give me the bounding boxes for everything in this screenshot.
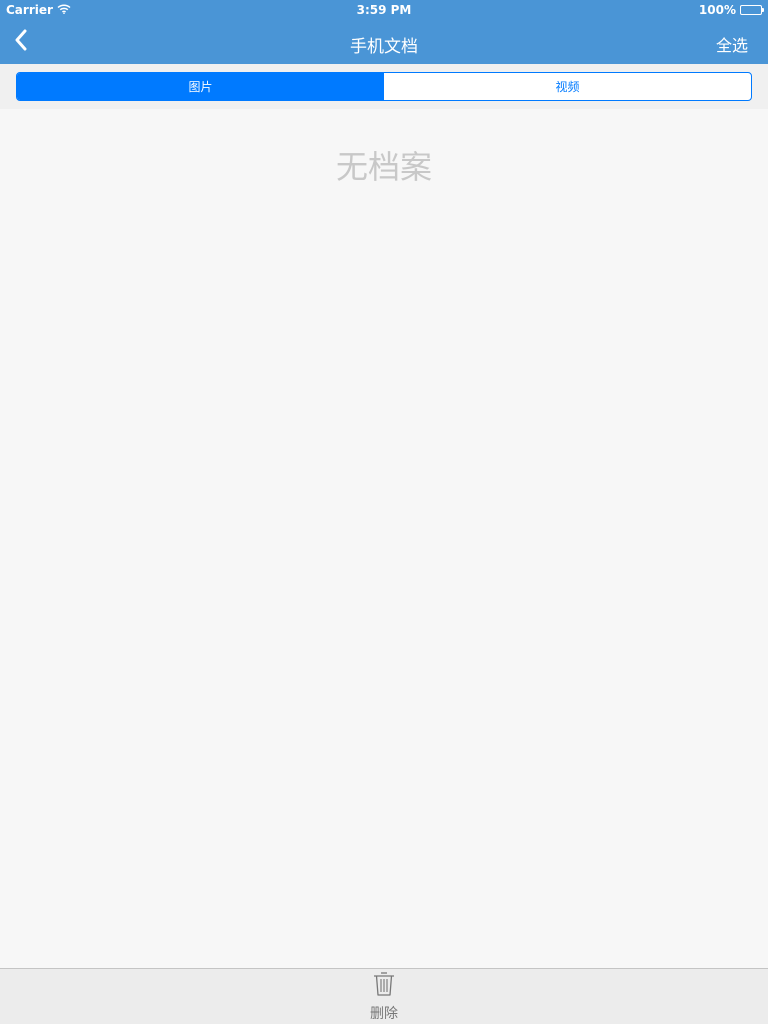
bottom-toolbar: 删除	[0, 968, 768, 1024]
empty-state-message: 无档案	[335, 148, 432, 186]
delete-label: 删除	[370, 1006, 398, 1022]
navigation-bar: 手机文档 全选	[0, 20, 768, 64]
battery-group: 100%	[698, 3, 764, 17]
top-bar: Carrier 3:59 PM 100% 手机文档 全选	[0, 0, 768, 64]
segment-videos[interactable]: 视频	[384, 73, 751, 100]
battery-percent: 100%	[698, 3, 736, 17]
status-bar: Carrier 3:59 PM 100%	[0, 0, 768, 20]
trash-icon	[373, 971, 395, 1001]
status-time: 3:59 PM	[356, 3, 412, 17]
page-title: 手机文档	[350, 37, 418, 57]
screen: Carrier 3:59 PM 100% 手机文档 全选 图片 视频 无档案 删…	[0, 0, 768, 1024]
segmented-control: 图片 视频	[16, 72, 752, 101]
select-all-button[interactable]: 全选	[716, 32, 748, 56]
segment-images[interactable]: 图片	[17, 73, 384, 100]
delete-button[interactable]: 删除	[354, 971, 414, 1023]
battery-icon	[740, 5, 764, 15]
segment-bar: 图片 视频	[0, 64, 768, 109]
